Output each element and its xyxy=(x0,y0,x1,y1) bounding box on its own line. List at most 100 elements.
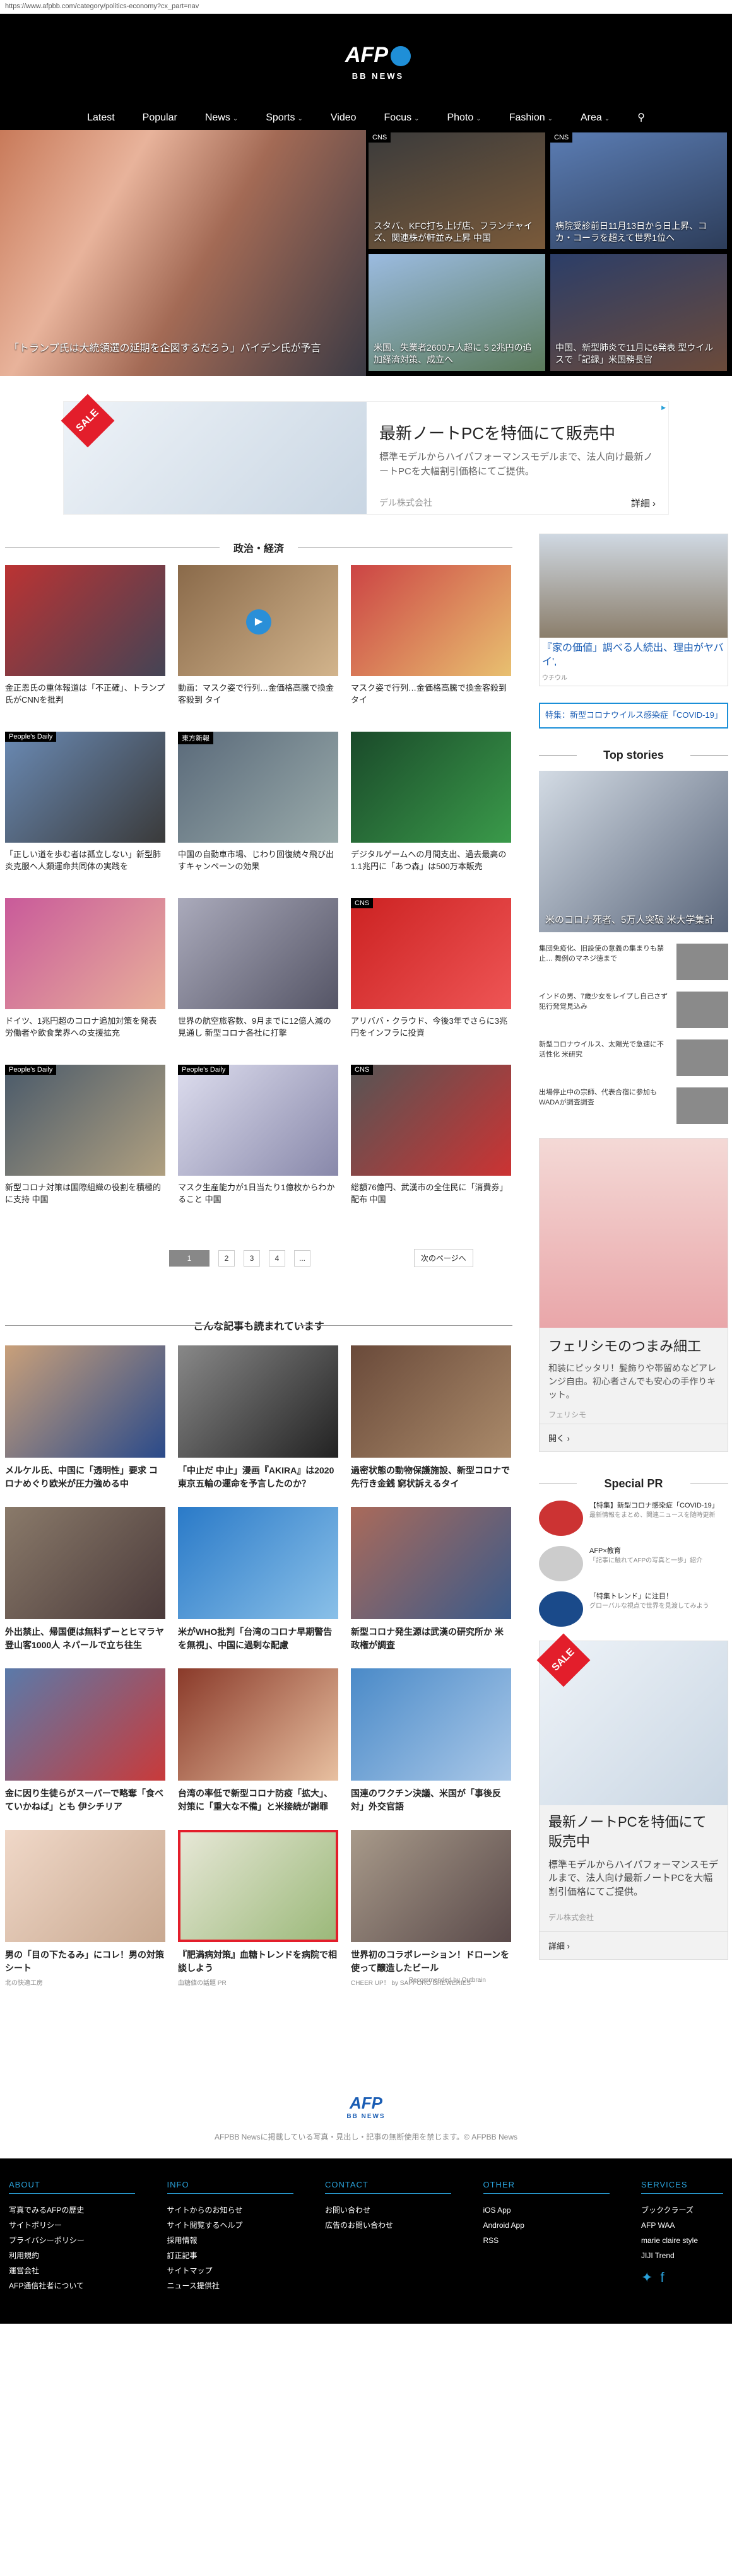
reco-card[interactable]: 外出禁止、帰国便は無料ずーとヒマラヤ登山客1000人 ネパールで立ち往生 xyxy=(5,1507,165,1652)
ad-desc: 標準モデルからハイパフォーマンスモデルまで、法人向け最新ノートPCを大幅割引価格… xyxy=(379,452,653,477)
footer-link[interactable]: お問い合わせ xyxy=(325,2203,451,2218)
nav-video[interactable]: Video xyxy=(317,108,370,127)
hero-tile[interactable]: CNS スタバ、KFC打ち上げ店、フランチャイズ、関連株が軒並み上昇 中国 xyxy=(369,132,545,249)
nav-sports[interactable]: Sports ⌄ xyxy=(252,108,317,127)
reco-image xyxy=(351,1345,511,1458)
article-card[interactable]: デジタルゲームへの月間支出、過去最高の1.1兆円に「あつ森」は500万本販売 xyxy=(351,732,511,884)
reco-image xyxy=(5,1668,165,1781)
article-card[interactable]: CNS 総額76億円、武漢市の全住民に「消費券」配布 中国 xyxy=(351,1065,511,1217)
footer-link[interactable]: プライバシーポリシー xyxy=(9,2233,135,2248)
top-story-item[interactable]: 出場停止中の宗師、代表合宿に参加も WADAが調査調査 xyxy=(539,1087,728,1124)
page-current[interactable]: 1 xyxy=(169,1250,210,1267)
footer-link[interactable]: 広告のお問い合わせ xyxy=(325,2218,451,2233)
hero-main-story[interactable]: 「トランプ氏は大統領選の延期を企図するだろう」バイデン氏が予言 xyxy=(0,130,366,376)
reco-card[interactable]: 国連のワクチン決議、米国が「事後反対」外交官語 xyxy=(351,1668,511,1813)
source-badge: 東方新報 xyxy=(178,732,213,744)
hero-tile[interactable]: 中国、新型肺炎で11月に6発表 型ウイルスで「記録」米国務長官 xyxy=(550,254,727,371)
reco-card[interactable]: 新型コロナ発生源は武漢の研究所か 米政権が調査 xyxy=(351,1507,511,1652)
page-link[interactable]: 2 xyxy=(218,1250,235,1267)
footer-link[interactable]: ブッククラーズ xyxy=(641,2203,723,2218)
article-card[interactable]: ドイツ、1兆円超のコロナ追加対策を発表 労働者や飲食業界への支援拡充 xyxy=(5,898,165,1051)
pr-item[interactable]: 【特集】新型コロナ感染症「COVID-19」 最新情報をまとめ、関連ニュースを随時… xyxy=(539,1500,728,1536)
article-card[interactable]: People's Daily 「正しい道を歩む者は孤立しない」新型肺炎克服へ人類運… xyxy=(5,732,165,884)
reco-card[interactable]: 「中止だ 中止」漫画『AKIRA』は2020東京五輪の運命を予言したのか？ xyxy=(178,1345,338,1490)
sidebar-ad-dell[interactable]: SALE 最新ノートPCを特価にて販売中 標準モデルからハイパフォーマンスモデル… xyxy=(536,1633,728,1960)
article-card[interactable]: マスク姿で行列…金価格高騰で換金客殺到 タイ xyxy=(351,565,511,718)
nav-area[interactable]: Area ⌄ xyxy=(567,108,623,127)
footer-link[interactable]: サイトマップ xyxy=(167,2263,293,2278)
page-link[interactable]: 3 xyxy=(244,1250,260,1267)
footer-link[interactable]: marie claire style xyxy=(641,2233,723,2248)
article-card[interactable]: People's Daily マスク生産能力が1日当たり1億枚からわかること 中国 xyxy=(178,1065,338,1217)
hero-tile[interactable]: CNS 病院受診前日11月13日から日上昇、コカ・コーラを超えて世界1位へ xyxy=(550,132,727,249)
article-card[interactable]: 金正恩氏の重体報道は「不正確」、トランプ氏がCNNを批判 xyxy=(5,565,165,718)
reco-card[interactable]: 世界初のコラボレーション！ドローンを使って醸造したビール CHEER UP！ by… xyxy=(351,1830,511,1987)
top-story-item[interactable]: 新型コロナウイルス、太陽光で急速に不活性化 米研究 xyxy=(539,1039,728,1076)
footer-link[interactable]: Android App xyxy=(483,2218,610,2233)
play-icon[interactable]: ▶ xyxy=(246,609,271,635)
next-page-button[interactable]: 次のページへ xyxy=(414,1249,473,1267)
page-ellipsis[interactable]: ... xyxy=(294,1250,310,1267)
ad-cta-button[interactable]: 詳細 › xyxy=(631,496,656,510)
reco-title: 過密状態の動物保護施設、新型コロナで先行き金銭 窮状訴えるタイ xyxy=(351,1465,510,1489)
reco-card[interactable]: メルケル氏、中国に「透明性」要求 コロナめぐり欧米が圧力強める中 xyxy=(5,1345,165,1490)
top-ad-banner[interactable]: SALE 最新ノートPCを特価にて販売中 標準モデルからハイパフォーマンスモデル… xyxy=(61,394,669,515)
article-image: ▶ xyxy=(178,565,338,676)
hero-tile[interactable]: 米国、失業者2600万人超に 5 2兆円の追加経済対策、成立へ xyxy=(369,254,545,371)
reco-card[interactable]: 男の「目の下たるみ」にコレ！男の対策シート 北の快適工房 xyxy=(5,1830,165,1987)
ad-open-button[interactable]: 開く › xyxy=(540,1423,728,1451)
page-link[interactable]: 4 xyxy=(269,1250,285,1267)
sidebar-ad-felissimo[interactable]: フェリシモのつまみ細工 和装にピッタリ！髪飾りや帯留めなどアレンジ自由。初心者さ… xyxy=(539,1137,728,1452)
sidebar-promo[interactable]: 『家の価値」調べる人続出、理由がヤバイ', ウチウル xyxy=(539,534,728,687)
nav-latest[interactable]: Latest xyxy=(73,108,129,127)
footer-link[interactable]: AFP WAA xyxy=(641,2218,723,2233)
footer-link[interactable]: RSS xyxy=(483,2233,610,2248)
top-story-item[interactable]: インドの男、7歳少女をレイプし自己さず 犯行発覚見込み xyxy=(539,991,728,1028)
reco-image xyxy=(178,1668,338,1781)
ad-detail-button[interactable]: 詳細 › xyxy=(540,1931,728,1959)
article-card[interactable]: 世界の航空旅客数、9月までに12億人減の見通し 新型コロナ各社に打撃 xyxy=(178,898,338,1051)
footer-link[interactable]: 採用情報 xyxy=(167,2233,293,2248)
footer-link[interactable]: サイトポリシー xyxy=(9,2218,135,2233)
footer-link[interactable]: 写真でみるAFPの歴史 xyxy=(9,2203,135,2218)
nav-photo[interactable]: Photo ⌄ xyxy=(433,108,495,127)
nav-popular[interactable]: Popular xyxy=(129,108,191,127)
footer-link[interactable]: 運営会社 xyxy=(9,2263,135,2278)
facebook-icon[interactable]: f xyxy=(660,2269,664,2286)
footer-link[interactable]: サイト閲覧するヘルプ xyxy=(167,2218,293,2233)
article-card[interactable]: People's Daily 新型コロナ対策は国際組織の役割を積極的に支持 中国 xyxy=(5,1065,165,1217)
article-card[interactable]: 東方新報 中国の自動車市場、じわり回復続々飛び出すキャンペーンの効果 xyxy=(178,732,338,884)
brand-logo[interactable]: AFP BB NEWS xyxy=(337,43,419,95)
twitter-icon[interactable]: ✦ xyxy=(641,2269,652,2286)
footer-link[interactable]: AFP通信社者について xyxy=(9,2278,135,2293)
footer-link[interactable]: サイトからのお知らせ xyxy=(167,2203,293,2218)
reco-card[interactable]: 台湾の率低で新型コロナ防疫「拡大」、対策に「重大な不備」と米接続が謝罪 xyxy=(178,1668,338,1813)
chevron-down-icon: ⌄ xyxy=(232,115,239,122)
pr-item[interactable]: AFP×教育 「記事に触れてAFPの写真と一歩」紹介 xyxy=(539,1545,728,1581)
nav-news[interactable]: News ⌄ xyxy=(191,108,252,127)
footer-link[interactable]: ニュース提供社 xyxy=(167,2278,293,2293)
reco-card[interactable]: 米がWHO批判「台湾のコロナ早期警告を無視」、中国に過剰な配慮 xyxy=(178,1507,338,1652)
covid-special-button[interactable]: 特集：新型コロナウイルス感染症「COVID-19」 xyxy=(539,703,728,729)
article-card[interactable]: CNS アリババ・クラウド、今後3年でさらに3兆円をインフラに投資 xyxy=(351,898,511,1051)
search-icon[interactable]: ⚲ xyxy=(623,108,659,127)
pr-icon xyxy=(539,1500,583,1536)
nav-fashion[interactable]: Fashion ⌄ xyxy=(495,108,567,127)
reco-card[interactable]: 金に因り生徒らがスーパーで略奪「食べていかねば」とも 伊シチリア xyxy=(5,1668,165,1813)
footer-link[interactable]: 訂正記事 xyxy=(167,2248,293,2263)
footer-logo-mark[interactable]: AFP xyxy=(0,2093,732,2113)
article-image: CNS xyxy=(351,1065,511,1176)
nav-focus[interactable]: Focus ⌄ xyxy=(370,108,434,127)
reco-card[interactable]: 『肥満病対策』血糖トレンドを病院で相談しよう 血糖値の話題 PR xyxy=(178,1830,338,1987)
footer-link[interactable]: JIJI Trend xyxy=(641,2248,723,2263)
top-story-main[interactable]: 米のコロナ死者、5万人突破 米大学集計 xyxy=(539,770,728,932)
url-bar[interactable]: https://www.afpbb.com/category/politics-… xyxy=(0,0,732,14)
article-card[interactable]: ▶ 動画：マスク姿で行列…金価格高騰で換金客殺到 タイ xyxy=(178,565,338,718)
pr-item[interactable]: 「特集トレンド」に注目！ グローバルな視点で世界を見渡してみよう xyxy=(539,1591,728,1627)
reco-card[interactable]: 過密状態の動物保護施設、新型コロナで先行き金銭 窮状訴えるタイ xyxy=(351,1345,511,1490)
footer-link[interactable]: 利用規約 xyxy=(9,2248,135,2263)
adchoices-icon[interactable]: ▶ xyxy=(661,404,666,411)
top-story-item[interactable]: 集団免疫化、旧設使の意義の集まりも禁止… 舞例のマネジ徳まで xyxy=(539,943,728,980)
footer-link[interactable]: iOS App xyxy=(483,2203,610,2218)
ad-image: SALE xyxy=(536,1633,728,1805)
